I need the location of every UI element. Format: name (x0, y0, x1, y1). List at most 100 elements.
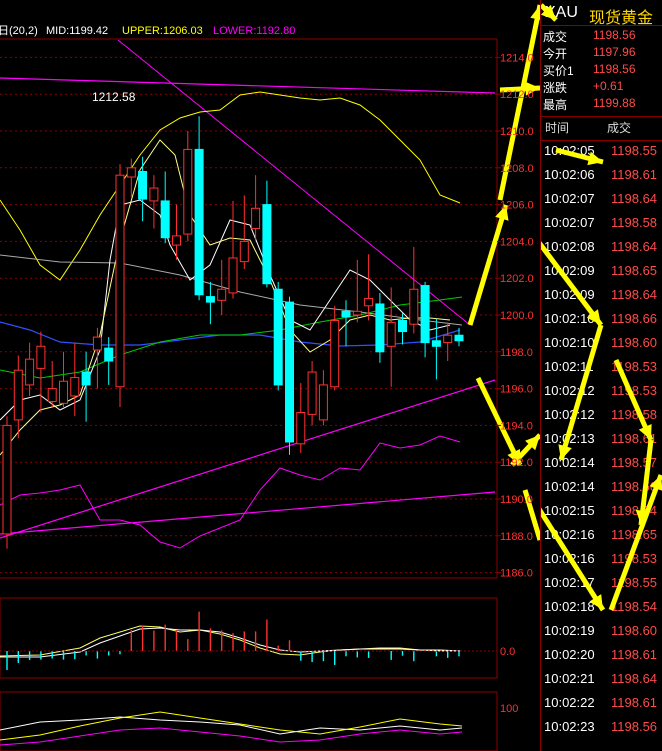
tick-price: 1198.54 (611, 599, 658, 614)
symbol-code: XAU (545, 4, 578, 21)
tick-price: 1198.55 (611, 143, 658, 158)
candle-body (443, 334, 453, 344)
tick-price: 1198.60 (611, 623, 658, 638)
trendline-support-rising (0, 379, 496, 539)
tick-row[interactable]: 10:02:23 1198.56 (541, 719, 662, 742)
kline-chart[interactable]: 1186.0 1188.0 1190.0 1192.0 1194.0 1196.0 1198… (0, 0, 540, 751)
y-tick-label: 1194.0 (500, 420, 533, 432)
tick-time: 10:02:09 (544, 263, 595, 278)
tick-row[interactable]: 10:02:10 1198.66 (541, 311, 662, 334)
candle-body (398, 320, 407, 333)
tick-row[interactable]: 10:02:12 1198.53 (541, 383, 662, 406)
tick-row[interactable]: 10:02:19 1198.60 (541, 623, 662, 646)
candle-body (409, 288, 419, 325)
tick-price: 1198.53 (611, 359, 658, 374)
candle-body (92, 336, 102, 351)
y-tick-label: 1208.0 (500, 163, 534, 175)
tick-price: 1198.60 (611, 335, 658, 350)
tick-price: 1198.64 (611, 191, 658, 206)
tick-row[interactable]: 10:02:14 1198.56 (541, 479, 662, 502)
tick-time: 10:02:12 (544, 407, 595, 422)
tick-time: 10:02:16 (544, 551, 595, 566)
quote-label: 涨跌 (543, 81, 568, 95)
tick-row[interactable]: 10:02:09 1198.64 (541, 287, 662, 310)
tick-price: 1198.66 (611, 311, 658, 326)
y-tick-label: 1196.0 (500, 384, 533, 396)
candle-body (307, 371, 317, 415)
y-tick-label: 1210.0 (500, 126, 534, 138)
tick-row[interactable]: 10:02:12 1198.58 (541, 407, 662, 430)
candle-body (115, 174, 125, 388)
y-tick-label: 1206.0 (500, 200, 534, 212)
tick-row[interactable]: 10:02:16 1198.65 (541, 527, 662, 550)
tick-row[interactable]: 10:02:21 1198.64 (541, 671, 662, 694)
tick-row[interactable]: 10:02:07 1198.58 (541, 215, 662, 238)
tick-row[interactable]: 10:02:16 1198.53 (541, 551, 662, 574)
tick-row[interactable]: 10:02:05 1198.55 (541, 143, 662, 166)
candle-body (352, 310, 362, 316)
tick-price: 1198.64 (611, 239, 658, 254)
tick-price: 1198.61 (611, 695, 658, 710)
tick-time: 10:02:20 (544, 647, 595, 662)
candle-body (36, 345, 46, 369)
candle-body (251, 207, 261, 230)
ticks-header-time: 时间 (545, 121, 570, 135)
tick-time: 10:02:17 (544, 575, 595, 590)
trendline-resistance-flat (0, 77, 496, 94)
tick-price: 1198.61 (611, 431, 658, 446)
tick-row[interactable]: 10:02:06 1198.61 (541, 167, 662, 190)
candle-body (126, 167, 136, 178)
indicator-legend: 日(20,2) MID:1199.42 UPPER:1206.03 LOWER:… (0, 25, 295, 37)
quote-label: 买价1 (543, 64, 574, 78)
quote-row: 涨跌 +0.61 (541, 79, 662, 96)
tick-price: 1198.65 (611, 527, 658, 542)
tick-time: 10:02:21 (544, 671, 595, 686)
arrow-head (530, 5, 540, 20)
tick-row[interactable]: 10:02:09 1198.65 (541, 263, 662, 286)
tick-row[interactable]: 10:02:22 1198.61 (541, 695, 662, 718)
candle-body (194, 148, 204, 296)
tick-time: 10:02:14 (544, 479, 595, 494)
y-tick-label: 1198.0 (500, 347, 533, 359)
tick-price: 1198.64 (611, 503, 658, 518)
candle-body (149, 187, 159, 202)
candle-body (13, 369, 23, 421)
tick-row[interactable]: 10:02:20 1198.61 (541, 647, 662, 670)
quote-value: 1199.88 (593, 96, 636, 110)
candlesticks (2, 116, 464, 549)
candle-body (205, 296, 215, 303)
macd-tick-label: 0.0 (500, 646, 515, 658)
quote-label: 成交 (543, 30, 568, 44)
tick-time: 10:02:23 (544, 719, 595, 734)
tick-row[interactable]: 10:02:15 1198.64 (541, 503, 662, 526)
tick-row[interactable]: 10:02:13 1198.61 (541, 431, 662, 454)
tick-time: 10:02:07 (544, 191, 595, 206)
tick-row[interactable]: 10:02:10 1198.60 (541, 335, 662, 358)
ticks-header-price: 成交 (607, 121, 632, 135)
candle-body (318, 384, 328, 421)
candle-body (375, 303, 385, 353)
trendline-support-low (0, 491, 496, 535)
tick-time: 10:02:11 (544, 359, 594, 374)
tick-time: 10:02:15 (544, 503, 595, 518)
tick-row[interactable]: 10:02:07 1198.64 (541, 191, 662, 214)
y-tick-label: 1200.0 (500, 310, 534, 322)
osc-line-yellow (0, 711, 463, 741)
tick-row[interactable]: 10:02:11 1198.53 (541, 359, 662, 382)
tick-time: 10:02:05 (544, 143, 595, 158)
tick-time: 10:02:13 (544, 431, 595, 446)
candle-body (47, 388, 57, 402)
y-tick-label: 1202.0 (500, 273, 534, 285)
macd-dea-line (0, 627, 463, 658)
tick-row[interactable]: 10:02:08 1198.64 (541, 239, 662, 262)
tick-row[interactable]: 10:02:17 1198.55 (541, 575, 662, 598)
quote-row: 买价1 1198.56 (541, 62, 662, 79)
tick-row[interactable]: 10:02:14 1198.57 (541, 455, 662, 478)
quote-row: 今开 1197.96 (541, 45, 662, 62)
candle-body (285, 301, 294, 443)
indicator-panels (0, 577, 498, 751)
tick-time: 10:02:10 (544, 335, 595, 350)
tick-row[interactable]: 10:02:18 1198.54 (541, 599, 662, 622)
ticks-header-divider (541, 140, 662, 141)
boll-upper-line (0, 91, 461, 281)
